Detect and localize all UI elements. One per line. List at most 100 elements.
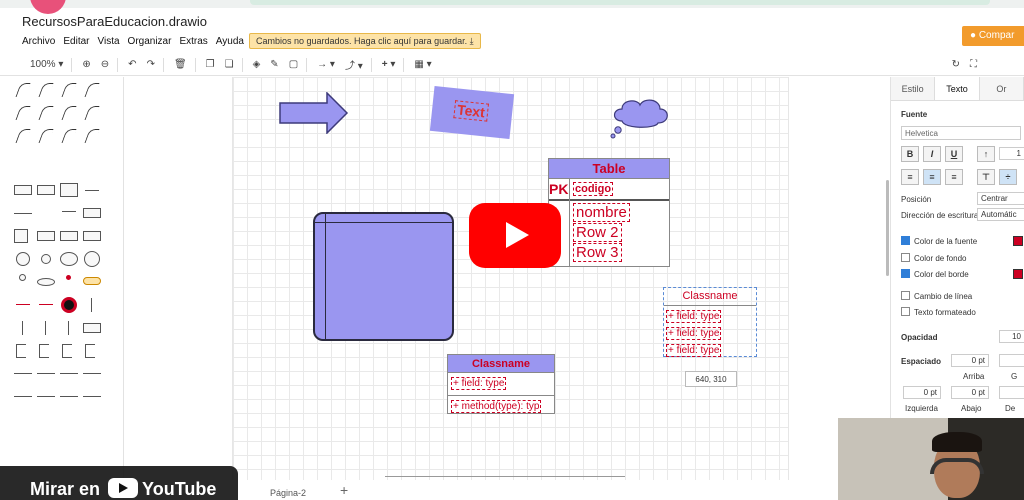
- class-shape-selected[interactable]: Classname + field: type + field: type + …: [663, 287, 757, 357]
- add-page-button[interactable]: +: [340, 482, 348, 498]
- align-middle-button[interactable]: ÷: [999, 169, 1017, 185]
- opacity-input[interactable]: 10: [999, 330, 1024, 343]
- curve-shape[interactable]: [37, 81, 57, 99]
- uml-shape[interactable]: [14, 204, 34, 222]
- tab-pagina-2[interactable]: Página-2: [270, 488, 306, 498]
- uml-shape[interactable]: [14, 342, 34, 360]
- uml-shape[interactable]: [37, 204, 57, 222]
- direction-select[interactable]: Automátic: [977, 208, 1024, 221]
- shadow-icon[interactable]: ▢: [289, 59, 298, 70]
- curve-shape[interactable]: [14, 81, 34, 99]
- uml-shape[interactable]: [83, 204, 103, 222]
- uml-shape[interactable]: [14, 319, 34, 337]
- youtube-play-button[interactable]: [469, 203, 561, 268]
- curve-shape[interactable]: [60, 81, 80, 99]
- uml-shape[interactable]: [37, 296, 57, 314]
- spacing-bottom-input[interactable]: 0 pt: [951, 386, 989, 399]
- font-color-checkbox[interactable]: Color de la fuente: [901, 236, 977, 246]
- curve-shape[interactable]: [37, 104, 57, 122]
- uml-shape[interactable]: [37, 250, 57, 268]
- menu-ayuda[interactable]: Ayuda: [216, 36, 244, 47]
- uml-shape[interactable]: [14, 365, 34, 383]
- curve-shape[interactable]: [14, 127, 34, 145]
- uml-shape[interactable]: [60, 365, 80, 383]
- table-pk-row[interactable]: PK codigo: [549, 179, 669, 201]
- class-field[interactable]: + field: type: [666, 344, 722, 357]
- uml-shape[interactable]: [83, 296, 103, 314]
- uml-shape[interactable]: [83, 319, 103, 337]
- uml-shape[interactable]: [83, 227, 103, 245]
- curve-shape[interactable]: [14, 104, 34, 122]
- watch-on-youtube-button[interactable]: Mirar en YouTube: [0, 466, 238, 500]
- italic-button[interactable]: I: [923, 146, 941, 162]
- arrow-shape[interactable]: [279, 92, 349, 134]
- uml-shape[interactable]: [37, 388, 57, 406]
- waypoints-icon[interactable]: ⤴ ▾: [345, 57, 363, 72]
- share-button[interactable]: ● Compar: [962, 26, 1024, 46]
- position-select[interactable]: Centrar: [977, 192, 1024, 205]
- table-icon[interactable]: ▦ ▾: [414, 59, 431, 70]
- class-shape[interactable]: Classname + field: type + method(type): …: [447, 354, 555, 414]
- uml-shape[interactable]: [60, 296, 80, 314]
- border-color-swatch[interactable]: [1013, 269, 1023, 279]
- align-right-button[interactable]: ≡: [945, 169, 963, 185]
- text-shape[interactable]: Text: [429, 85, 515, 140]
- uml-shape[interactable]: [14, 227, 34, 245]
- uml-shape[interactable]: [37, 365, 57, 383]
- uml-shape[interactable]: [14, 250, 34, 268]
- sync-icon[interactable]: ↻: [952, 59, 960, 70]
- align-center-button[interactable]: ≡: [923, 169, 941, 185]
- fullscreen-icon[interactable]: ⛶: [970, 59, 977, 70]
- spacing-right-input[interactable]: [999, 386, 1024, 399]
- uml-shape[interactable]: [83, 181, 103, 199]
- font-color-swatch[interactable]: [1013, 236, 1023, 246]
- undo-icon[interactable]: ↶: [128, 59, 136, 70]
- underline-button[interactable]: U: [945, 146, 963, 162]
- align-top-button[interactable]: ⊤: [977, 169, 995, 185]
- insert-icon[interactable]: + ▾: [382, 59, 396, 70]
- to-back-icon[interactable]: ❏: [225, 59, 234, 70]
- cloud-shape[interactable]: [608, 97, 670, 139]
- uml-shape[interactable]: [14, 181, 34, 199]
- curve-shape[interactable]: [60, 104, 80, 122]
- uml-shape[interactable]: [37, 273, 57, 291]
- unsaved-changes-banner[interactable]: Cambios no guardados. Haga clic aquí par…: [249, 33, 481, 49]
- to-front-icon[interactable]: ❐: [206, 59, 215, 70]
- menu-vista[interactable]: Vista: [97, 36, 119, 47]
- word-wrap-checkbox[interactable]: Cambio de línea: [901, 291, 972, 301]
- uml-shape[interactable]: [37, 181, 57, 199]
- spacing-left-input[interactable]: 0 pt: [903, 386, 941, 399]
- uml-shape[interactable]: [60, 250, 80, 268]
- menu-organizar[interactable]: Organizar: [128, 36, 172, 47]
- uml-shape[interactable]: [60, 227, 80, 245]
- entity-table[interactable]: Table PK codigo nombre Row 2 Row 3: [548, 158, 670, 267]
- zoom-select[interactable]: 100% ▾: [30, 59, 63, 70]
- uml-shape[interactable]: [83, 342, 103, 360]
- uml-shape[interactable]: [60, 342, 80, 360]
- redo-icon[interactable]: ↷: [147, 59, 155, 70]
- menu-editar[interactable]: Editar: [63, 36, 89, 47]
- tab-texto[interactable]: Texto: [935, 77, 980, 100]
- curve-shape[interactable]: [60, 127, 80, 145]
- table-row[interactable]: Row 3: [573, 243, 622, 262]
- spacing-top-input[interactable]: 0 pt: [951, 354, 989, 367]
- formatted-text-checkbox[interactable]: Texto formateado: [901, 307, 976, 317]
- file-title[interactable]: RecursosParaEducacion.drawio: [22, 14, 207, 29]
- uml-shape[interactable]: [37, 342, 57, 360]
- connection-icon[interactable]: → ▾: [317, 59, 335, 70]
- class-field[interactable]: + field: type: [451, 377, 507, 390]
- class-method[interactable]: + method(type): typ: [451, 400, 542, 413]
- class-field[interactable]: + field: type: [666, 310, 722, 323]
- uml-shape[interactable]: [60, 319, 80, 337]
- line-color-icon[interactable]: ✎: [270, 59, 278, 70]
- tab-organizar[interactable]: Or: [979, 77, 1024, 100]
- uml-shape[interactable]: [60, 204, 80, 222]
- uml-shape[interactable]: [60, 181, 80, 199]
- uml-shape[interactable]: [83, 388, 103, 406]
- uml-shape[interactable]: [60, 388, 80, 406]
- align-left-button[interactable]: ≡: [901, 169, 919, 185]
- curve-shape[interactable]: [83, 104, 103, 122]
- curve-shape[interactable]: [83, 127, 103, 145]
- background-color-checkbox[interactable]: Color de fondo: [901, 253, 966, 263]
- border-color-checkbox[interactable]: Color del borde: [901, 269, 969, 279]
